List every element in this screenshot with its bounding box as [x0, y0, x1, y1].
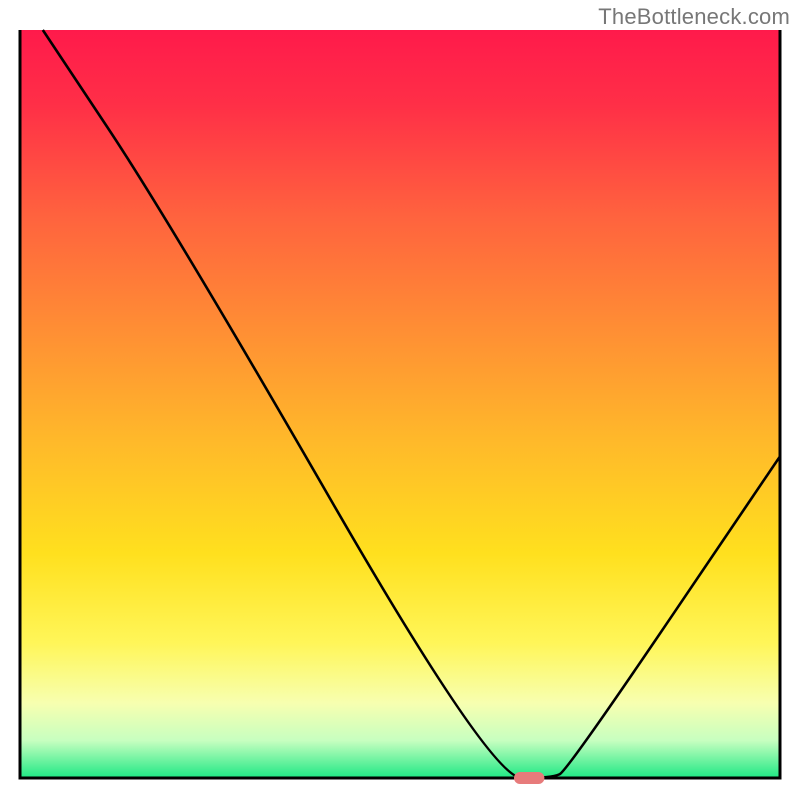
watermark-text: TheBottleneck.com [598, 4, 790, 30]
plot-background [20, 30, 780, 778]
bottleneck-chart [0, 0, 800, 800]
chart-container: TheBottleneck.com [0, 0, 800, 800]
optimal-marker [514, 772, 544, 784]
